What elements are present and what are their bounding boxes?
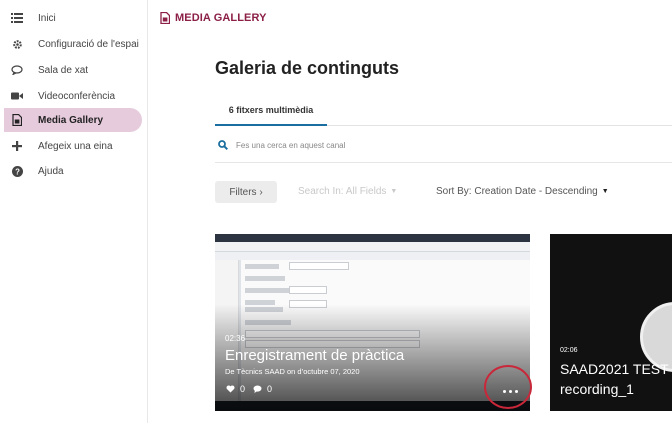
media-card[interactable]: 02:36 Enregistrament de pràctica De Tècn… xyxy=(215,234,530,411)
brand-label: MEDIA GALLERY xyxy=(175,12,267,24)
video-camera-icon xyxy=(10,89,24,103)
sidebar-item-label: Media Gallery xyxy=(38,114,104,126)
sidebar-item-media-gallery[interactable]: Media Gallery xyxy=(4,108,142,132)
help-icon: ? xyxy=(10,164,24,178)
plus-icon xyxy=(10,139,24,153)
tab-media-files[interactable]: 6 fitxers multimèdia xyxy=(215,96,327,126)
video-title-line: recording_1 xyxy=(560,381,634,397)
search-underline xyxy=(215,162,672,163)
sidebar-item-ajuda[interactable]: ? Ajuda xyxy=(4,159,142,183)
search-icon[interactable] xyxy=(218,140,228,150)
filters-button[interactable]: Filters › xyxy=(215,181,277,203)
chevron-down-icon: ▼ xyxy=(601,188,609,195)
video-title[interactable]: Enregistrament de pràctica xyxy=(225,347,404,364)
media-gallery-icon xyxy=(10,113,24,127)
video-title[interactable]: SAAD2021 TEST recording_1 xyxy=(560,359,672,399)
video-duration: 02:06 xyxy=(560,347,578,354)
sidebar-item-afegeix-eina[interactable]: Afegeix una eina xyxy=(4,134,142,158)
tab-bar: 6 fitxers multimèdia xyxy=(215,96,672,126)
media-card[interactable]: 02:06 SAAD2021 TEST recording_1 xyxy=(550,234,672,411)
sidebar-item-sala-de-xat[interactable]: Sala de xat xyxy=(4,58,142,82)
sidebar-item-label: Videoconferència xyxy=(38,90,116,102)
sort-label: Sort By: Creation Date - Descending xyxy=(436,186,598,197)
chevron-down-icon: ▼ xyxy=(390,188,398,195)
heart-icon[interactable] xyxy=(226,385,235,393)
like-count: 0 xyxy=(240,384,246,394)
video-stats: 0 0 xyxy=(226,384,280,394)
svg-text:?: ? xyxy=(15,167,20,176)
sidebar-item-label: Ajuda xyxy=(38,165,64,177)
search-in-dropdown[interactable]: Search In: All Fields ▼ xyxy=(298,186,397,197)
sort-dropdown[interactable]: Sort By: Creation Date - Descending ▼ xyxy=(436,186,609,197)
video-title-line: SAAD2021 TEST xyxy=(560,361,669,377)
section-header: MEDIA GALLERY xyxy=(160,12,267,24)
media-gallery-icon xyxy=(160,12,170,24)
search-in-label: Search In: All Fields xyxy=(298,186,387,197)
sidebar-item-label: Configuració de l'espai xyxy=(38,38,139,50)
comment-icon[interactable] xyxy=(253,385,262,393)
video-duration: 02:36 xyxy=(225,334,246,343)
more-dots-icon xyxy=(502,389,518,393)
list-icon xyxy=(10,11,24,25)
more-options-button[interactable] xyxy=(486,371,530,411)
sidebar: Inici Configuració de l'espai Sala de xa… xyxy=(0,0,148,423)
page-title: Galeria de continguts xyxy=(215,58,400,78)
channel-search[interactable]: Fes una cerca en aquest canal xyxy=(218,140,345,150)
gear-icon xyxy=(10,37,24,51)
sidebar-item-label: Inici xyxy=(38,12,56,24)
chat-icon xyxy=(10,63,24,77)
sidebar-item-label: Sala de xat xyxy=(38,64,89,76)
sidebar-item-videoconferencia[interactable]: Videoconferència xyxy=(4,84,142,108)
video-meta: De Tècnics SAAD on d’octubre 07, 2020 xyxy=(225,367,360,376)
sidebar-item-inici[interactable]: Inici xyxy=(4,6,142,30)
search-input[interactable]: Fes una cerca en aquest canal xyxy=(236,141,345,150)
sidebar-item-configuracio[interactable]: Configuració de l'espai xyxy=(4,32,142,56)
sidebar-item-label: Afegeix una eina xyxy=(38,140,113,152)
comment-count: 0 xyxy=(267,384,273,394)
